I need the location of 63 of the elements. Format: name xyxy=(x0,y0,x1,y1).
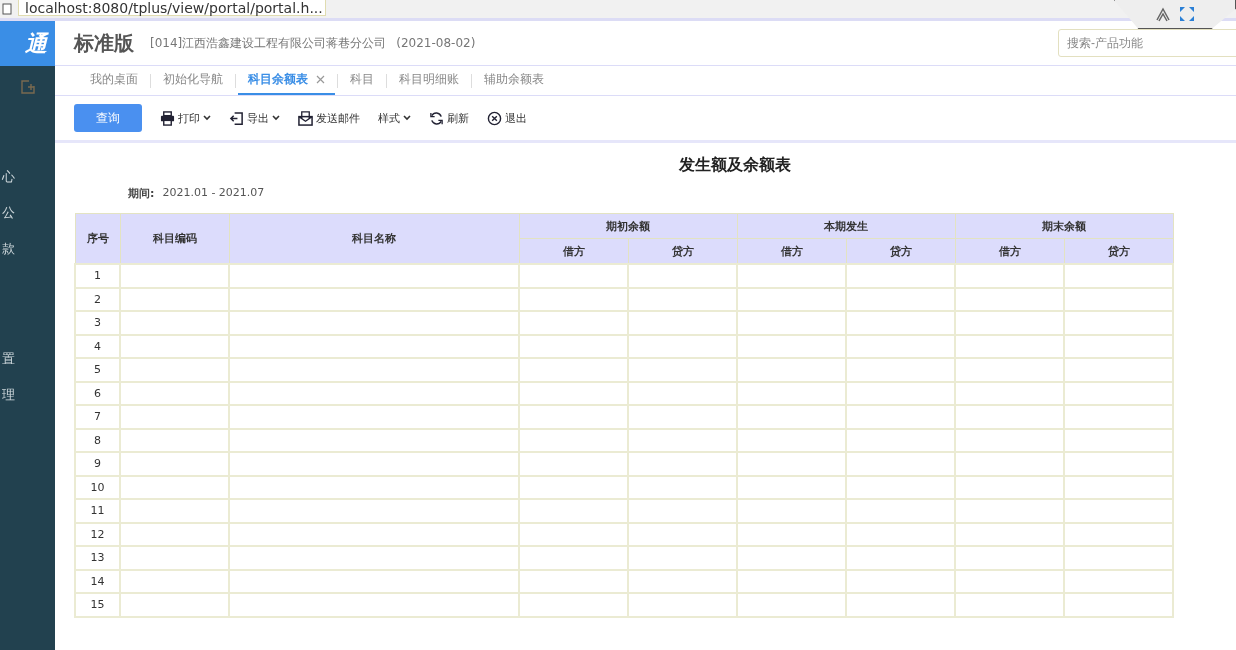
toolbar-button[interactable]: 样式 xyxy=(378,110,411,126)
row-number: 14 xyxy=(75,569,120,593)
column-header: 贷方 xyxy=(628,238,737,264)
edition-title: 标准版 xyxy=(74,29,134,57)
add-window-icon[interactable] xyxy=(19,79,36,95)
row-number: 10 xyxy=(75,475,120,499)
row-number: 4 xyxy=(75,334,120,358)
sidebar-item[interactable]: 理 xyxy=(2,386,15,408)
row-number: 5 xyxy=(75,358,120,382)
toolbar-button[interactable]: 导出 xyxy=(229,110,280,126)
column-header: 贷方 xyxy=(846,238,955,264)
row-number: 9 xyxy=(75,452,120,476)
sidebar-item[interactable]: 公 xyxy=(2,204,15,226)
column-header: 序号 xyxy=(75,213,120,264)
tab[interactable]: 我的桌面 xyxy=(80,66,148,95)
sidebar-item[interactable]: 款 xyxy=(2,240,15,262)
toolbar-button[interactable]: 刷新 xyxy=(429,110,469,126)
row-number: 3 xyxy=(75,311,120,335)
column-header: 借方 xyxy=(519,238,628,264)
column-group-header: 期末余额 xyxy=(955,213,1173,239)
page-icon xyxy=(2,3,12,15)
sidebar-item[interactable]: 置 xyxy=(2,350,15,372)
row-number: 7 xyxy=(75,405,120,429)
login-date: (2021-08-02) xyxy=(396,36,476,50)
toolbar-button[interactable]: 打印 xyxy=(160,110,211,126)
tab[interactable]: 科目 xyxy=(340,66,384,95)
column-group-header: 期初余额 xyxy=(519,213,737,239)
row-number: 1 xyxy=(75,264,120,288)
row-number: 13 xyxy=(75,546,120,570)
chevron-up-icon[interactable] xyxy=(1155,6,1171,22)
tab[interactable]: 科目明细账 xyxy=(389,66,469,95)
period-value: 2021.01 - 2021.07 xyxy=(162,186,265,201)
company-name: [014]江西浩鑫建设工程有限公司蒋巷分公司 xyxy=(150,34,387,52)
expand-icon[interactable] xyxy=(1179,6,1195,22)
column-group-header: 本期发生 xyxy=(737,213,955,239)
row-number: 12 xyxy=(75,522,120,546)
mail-icon xyxy=(298,110,313,126)
column-header: 科目编码 xyxy=(120,213,229,264)
export-icon xyxy=(229,110,244,126)
refresh-icon xyxy=(429,110,444,126)
row-number: 15 xyxy=(75,593,120,617)
tab[interactable]: 初始化导航 xyxy=(153,66,233,95)
toolbar-button[interactable]: 发送邮件 xyxy=(298,110,360,126)
tab[interactable]: 科目余额表 xyxy=(238,66,335,95)
toolbar-button[interactable]: 退出 xyxy=(487,110,527,126)
row-number: 2 xyxy=(75,287,120,311)
column-header: 贷方 xyxy=(1064,238,1173,264)
logo: 通 xyxy=(0,21,55,66)
search-field[interactable]: 搜索-产品功能 xyxy=(1058,29,1236,57)
row-number: 8 xyxy=(75,428,120,452)
sidebar-item[interactable]: 心 xyxy=(2,168,15,190)
column-header: 借方 xyxy=(737,238,846,264)
printer-icon xyxy=(160,110,175,126)
tab[interactable]: 辅助余额表 xyxy=(474,66,554,95)
row-number: 11 xyxy=(75,499,120,523)
report-title: 发生额及余额表 xyxy=(678,155,792,176)
row-number: 6 xyxy=(75,381,120,405)
close-circle-icon xyxy=(487,110,502,126)
period-label: 期间: xyxy=(128,186,155,201)
column-header: 科目名称 xyxy=(229,213,519,264)
address-bar[interactable]: localhost:8080/tplus/view/portal/portal.h... xyxy=(18,0,326,16)
column-header: 借方 xyxy=(955,238,1064,264)
close-icon[interactable] xyxy=(316,75,325,84)
